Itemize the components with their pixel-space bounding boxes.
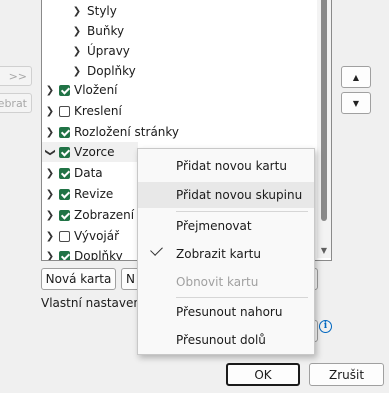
- tree-scrollbar[interactable]: ▼: [317, 0, 331, 258]
- tree-item-data[interactable]: ❯ Data: [45, 163, 103, 183]
- menu-divider: [176, 297, 308, 298]
- tree-subitem-label: Buňky: [87, 24, 125, 38]
- triangle-down-icon: ▼: [352, 98, 360, 108]
- tree-item-label: Revize: [74, 187, 114, 201]
- tree-item-revize[interactable]: ❯ Revize: [45, 184, 114, 204]
- cancel-label: Zrušit: [328, 367, 365, 382]
- chevron-right-icon[interactable]: ❯: [72, 46, 82, 57]
- tree-item-label: Vývojář: [74, 229, 120, 243]
- new-group-label: N: [126, 272, 135, 286]
- menu-item-move-up[interactable]: Přesunout nahoru: [138, 299, 314, 325]
- scrollbar-thumb[interactable]: [321, 0, 327, 221]
- menu-item-label: Přesunout dolů: [176, 333, 266, 347]
- tree-subitem[interactable]: ❯ Buňky: [72, 21, 124, 41]
- menu-item-reset-tab: Obnovit kartu: [138, 269, 314, 295]
- new-tab-button[interactable]: Nová karta: [41, 268, 116, 290]
- tree-subitem[interactable]: ❯ Úpravy: [72, 41, 130, 61]
- tree-item-label: Doplňky: [74, 249, 123, 261]
- tree-item-vlozeni[interactable]: ❯ Vložení: [45, 80, 118, 100]
- chevron-right-icon[interactable]: ❯: [45, 168, 55, 179]
- tree-subitem-label: Styly: [87, 4, 117, 18]
- ok-button[interactable]: OK: [226, 363, 300, 386]
- add-button[interactable]: >>: [0, 66, 32, 86]
- tree-item-vzorce[interactable]: ❯ Vzorce: [42, 142, 138, 162]
- menu-item-move-down[interactable]: Přesunout dolů: [138, 327, 314, 353]
- move-down-button[interactable]: ▼: [341, 92, 371, 114]
- checkbox[interactable]: [59, 230, 70, 242]
- menu-item-rename[interactable]: Přejmenovat: [138, 213, 314, 239]
- checkbox[interactable]: [59, 209, 70, 221]
- menu-item-add-tab[interactable]: Přidat novou kartu: [138, 153, 314, 179]
- tree-item-label: Kreslení: [74, 104, 122, 118]
- cancel-button[interactable]: Zrušit: [309, 363, 384, 386]
- tree-item-zobrazeni[interactable]: ❯ Zobrazení: [45, 205, 134, 225]
- checkbox[interactable]: [59, 84, 70, 96]
- custom-settings-label: Vlastní nastavení:: [41, 296, 149, 310]
- checkbox[interactable]: [59, 188, 70, 200]
- menu-item-label: Přesunout nahoru: [176, 305, 283, 319]
- chevron-down-icon[interactable]: ❯: [45, 147, 56, 157]
- remove-button[interactable]: ebrat: [0, 93, 32, 113]
- checkbox[interactable]: [59, 167, 70, 179]
- chevron-right-icon[interactable]: ❯: [45, 106, 55, 117]
- checkbox[interactable]: [59, 146, 70, 158]
- tree-item-label: Vzorce: [74, 145, 115, 159]
- menu-item-label: Přidat novou kartu: [176, 159, 287, 173]
- chevron-right-icon[interactable]: ❯: [72, 6, 82, 17]
- menu-item-add-group[interactable]: Přidat novou skupinu: [138, 182, 314, 208]
- tree-item-rozlozeni[interactable]: ❯ Rozložení stránky: [45, 122, 179, 142]
- tree-item-vyvojar[interactable]: ❯ Vývojář: [45, 226, 119, 246]
- tree-subitem-label: Doplňky: [87, 64, 136, 78]
- checkmark-icon: [150, 243, 163, 256]
- tree-item-label: Data: [74, 166, 103, 180]
- tree-item-doplnky[interactable]: ❯ Doplňky: [45, 246, 123, 261]
- scroll-down-icon[interactable]: ▼: [319, 246, 329, 256]
- checkbox[interactable]: [59, 250, 70, 260]
- menu-item-label: Přidat novou skupinu: [176, 188, 303, 202]
- tree-subitem[interactable]: ❯ Doplňky: [72, 61, 136, 81]
- menu-item-label: Přejmenovat: [176, 219, 252, 233]
- chevron-right-icon[interactable]: ❯: [45, 251, 55, 261]
- info-icon[interactable]: i: [319, 320, 332, 333]
- checkbox[interactable]: [59, 105, 70, 117]
- checkbox[interactable]: [59, 126, 70, 138]
- menu-divider: [176, 211, 308, 212]
- chevron-right-icon[interactable]: ❯: [45, 231, 55, 242]
- tree-item-label: Zobrazení: [74, 208, 135, 222]
- tree-item-label: Vložení: [74, 83, 118, 97]
- chevron-right-icon[interactable]: ❯: [72, 26, 82, 37]
- chevron-right-icon[interactable]: ❯: [45, 85, 55, 96]
- chevron-right-icon[interactable]: ❯: [45, 210, 55, 221]
- move-up-button[interactable]: ▲: [341, 66, 371, 88]
- menu-item-label: Obnovit kartu: [176, 275, 259, 289]
- tree-item-label: Rozložení stránky: [74, 125, 180, 139]
- menu-item-show-tab[interactable]: Zobrazit kartu: [138, 241, 314, 267]
- menu-item-label: Zobrazit kartu: [176, 247, 261, 261]
- triangle-up-icon: ▲: [352, 72, 360, 82]
- tree-subitem[interactable]: ❯ Styly: [72, 1, 117, 21]
- chevron-right-icon[interactable]: ❯: [45, 189, 55, 200]
- chevron-right-icon[interactable]: ❯: [72, 66, 82, 77]
- tree-item-kresleni[interactable]: ❯ Kreslení: [45, 101, 122, 121]
- chevron-right-icon[interactable]: ❯: [45, 127, 55, 138]
- new-tab-label: Nová karta: [45, 272, 112, 286]
- context-menu: Přidat novou kartu Přidat novou skupinu …: [137, 148, 315, 355]
- ok-label: OK: [254, 367, 272, 382]
- tree-subitem-label: Úpravy: [87, 44, 130, 58]
